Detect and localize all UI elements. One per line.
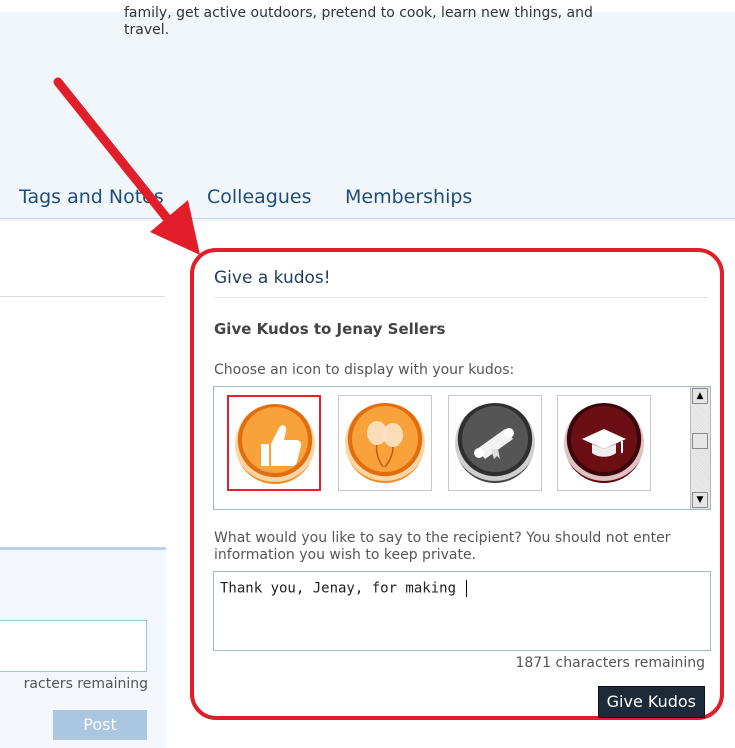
tab-tags-and-notes[interactable]: Tags and Notes [19, 186, 164, 208]
tab-colleagues[interactable]: Colleagues [207, 186, 311, 208]
scroll-thumb[interactable] [692, 433, 708, 449]
thumbs-up-icon [235, 404, 315, 484]
tab-memberships[interactable]: Memberships [345, 186, 472, 208]
scroll-up-icon[interactable]: ▲ [692, 388, 708, 404]
bio-line-2: travel. [124, 22, 170, 38]
bio-line-1: family, get active outdoors, pretend to … [124, 5, 593, 21]
post-button[interactable]: Post [53, 710, 147, 740]
characters-remaining: 1871 characters remaining [515, 655, 705, 671]
icon-picker: ▲ ▼ [213, 386, 711, 510]
scroll-down-icon[interactable]: ▼ [692, 492, 708, 508]
comment-panel: racters remaining Post [0, 547, 166, 748]
kudos-message-input[interactable]: Thank you, Jenay, for making [213, 571, 711, 651]
icon-option-graduation-cap[interactable] [557, 395, 651, 491]
icon-picker-scrollbar[interactable]: ▲ ▼ [690, 387, 710, 509]
kudos-heading: Give a kudos! [214, 268, 331, 288]
kudos-divider [214, 297, 708, 298]
profile-bio-text: family, get active outdoors, pretend to … [124, 5, 684, 39]
kudos-dialog: Give a kudos! Give Kudos to Jenay Seller… [190, 248, 724, 720]
tabs-divider [0, 218, 735, 219]
icon-option-thumbs-up[interactable] [227, 395, 321, 491]
balloons-icon [345, 403, 425, 483]
icon-option-balloons[interactable] [338, 395, 432, 491]
comment-input[interactable] [0, 620, 147, 672]
comment-characters-remaining: racters remaining [23, 676, 148, 692]
give-kudos-button[interactable]: Give Kudos [597, 686, 705, 718]
choose-icon-label: Choose an icon to display with your kudo… [214, 362, 515, 378]
kudos-recipient-title: Give Kudos to Jenay Sellers [214, 320, 446, 338]
icon-option-diploma[interactable] [448, 395, 542, 491]
diploma-scroll-icon [455, 403, 535, 483]
section-divider [0, 296, 165, 297]
graduation-cap-icon [564, 403, 644, 483]
kudos-message-text: Thank you, Jenay, for making [220, 580, 465, 597]
text-caret [466, 580, 468, 597]
message-prompt: What would you like to say to the recipi… [214, 530, 671, 563]
